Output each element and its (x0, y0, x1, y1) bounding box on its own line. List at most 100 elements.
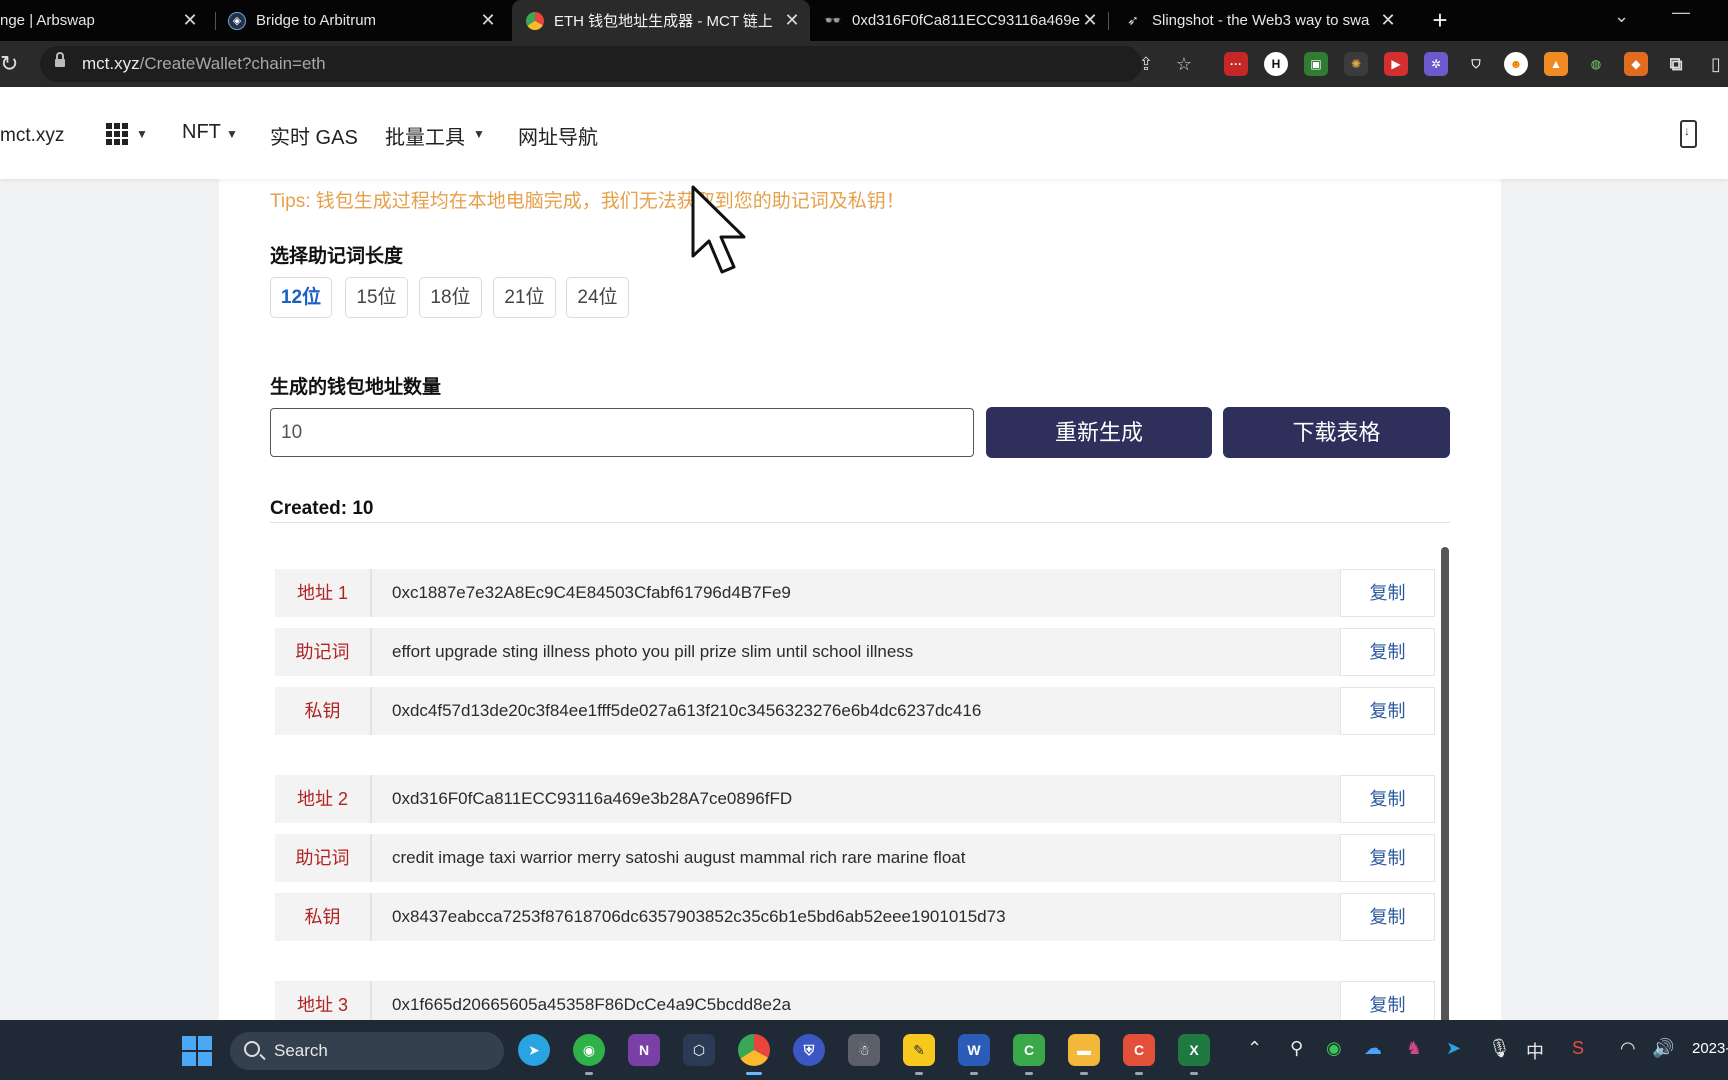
close-icon[interactable]: ✕ (180, 10, 200, 31)
telegram-icon[interactable]: ➤ (518, 1034, 550, 1066)
tray-telegram-icon[interactable]: ➤ (1446, 1038, 1461, 1059)
app-red-c-icon[interactable]: C (1123, 1034, 1155, 1066)
tab-title: Bridge to Arbitrum (256, 12, 377, 29)
chrome-icon[interactable] (738, 1034, 770, 1066)
tab-address-explorer[interactable]: 👓 0xd316F0fCa811ECC93116a469e ✕ (824, 0, 1100, 41)
tray-expand-icon[interactable]: ⌃ (1247, 1038, 1262, 1059)
extension-icon-orange[interactable]: ◆ (1624, 52, 1648, 76)
running-indicator (1190, 1072, 1198, 1075)
wallet-row-private-key: 私钥 0x8437eabcca7253f87618706dc6357903852… (275, 893, 1435, 941)
new-tab-plus-icon[interactable]: + (1424, 4, 1456, 36)
close-icon[interactable]: ✕ (782, 10, 802, 31)
tray-network-app-icon[interactable]: ⚲ (1290, 1038, 1303, 1059)
extension-icon-shield[interactable]: ⛉ (1464, 52, 1488, 76)
extension-icon-fox-circle[interactable]: ☻ (1504, 52, 1528, 76)
copy-button[interactable]: 复制 (1340, 893, 1435, 941)
nav-site-directory[interactable]: 网址导航 (518, 121, 598, 150)
row-value: credit image taxi warrior merry satoshi … (392, 848, 966, 867)
length-option-15[interactable]: 15位 (345, 277, 408, 318)
windows-start-icon[interactable] (182, 1036, 212, 1066)
lock-icon[interactable] (55, 52, 65, 69)
taskbar-search[interactable]: Search (230, 1032, 504, 1070)
tray-wechat-icon[interactable]: ◉ (1326, 1038, 1342, 1059)
download-table-button[interactable]: 下载表格 (1223, 407, 1450, 458)
close-icon[interactable]: ✕ (1378, 10, 1398, 31)
mobile-download-icon[interactable] (1680, 120, 1697, 148)
sticky-notes-icon[interactable]: ✎ (903, 1034, 935, 1066)
nav-batch-tools[interactable]: 批量工具 (385, 121, 465, 150)
copy-button[interactable]: 复制 (1340, 834, 1435, 882)
tab-separator (215, 12, 216, 30)
regenerate-button[interactable]: 重新生成 (986, 407, 1212, 458)
length-option-24[interactable]: 24位 (566, 277, 629, 318)
close-icon[interactable]: ✕ (478, 10, 498, 31)
extension-icon-purple[interactable]: ✲ (1424, 52, 1448, 76)
extensions-puzzle-icon[interactable]: ⧉ (1664, 52, 1688, 76)
chevron-down-icon[interactable]: ▼ (226, 127, 238, 141)
volume-icon[interactable]: 🔊 (1652, 1038, 1674, 1059)
copy-button[interactable]: 复制 (1340, 775, 1435, 823)
results-scrollbar[interactable] (1441, 547, 1449, 1080)
tab-bridge-to-arbitrum[interactable]: ◈ Bridge to Arbitrum ✕ (228, 0, 498, 41)
extension-icon-red[interactable]: ··· (1224, 52, 1248, 76)
reload-icon[interactable]: ↻ (0, 51, 22, 77)
extension-icon-video[interactable]: ▶ (1384, 52, 1408, 76)
binoculars-icon: 👓 (824, 12, 842, 28)
wifi-icon[interactable]: ◠ (1620, 1038, 1636, 1059)
close-icon[interactable]: ✕ (1080, 10, 1100, 31)
file-explorer-icon[interactable]: ▬ (1068, 1034, 1100, 1066)
chevron-down-icon[interactable]: ▼ (473, 127, 485, 141)
created-count: Created: 10 (270, 498, 374, 519)
wallet-row-private-key: 私钥 0xdc4f57d13de20c3f84ee1fff5de027a613f… (275, 687, 1435, 735)
metamask-icon[interactable]: ▲ (1544, 52, 1568, 76)
nav-realtime-gas[interactable]: 实时 GAS (270, 121, 358, 150)
row-value: 0xc1887e7e32A8Ec9C4E84503Cfabf61796d4B7F… (392, 583, 791, 602)
divider (270, 522, 1450, 523)
bookmark-star-icon[interactable]: ☆ (1174, 54, 1194, 74)
copy-button[interactable]: 复制 (1340, 687, 1435, 735)
tab-title: 0xd316F0fCa811ECC93116a469e (852, 12, 1080, 29)
ime-indicator[interactable]: 中 (1526, 1038, 1544, 1064)
tray-cloud-icon[interactable]: ☁ (1364, 1038, 1382, 1059)
tab-arbswap[interactable]: nge | Arbswap ✕ (0, 0, 200, 41)
word-icon[interactable]: W (958, 1034, 990, 1066)
extension-icon-h[interactable]: H (1264, 52, 1288, 76)
extension-icon-pattern[interactable]: ✺ (1344, 52, 1368, 76)
tab-slingshot[interactable]: ➶ Slingshot - the Web3 way to swa ✕ (1124, 0, 1398, 41)
extension-icon-globe[interactable]: ◍ (1584, 52, 1608, 76)
microphone-icon[interactable]: 🎙 (1488, 1038, 1511, 1059)
length-option-18[interactable]: 18位 (419, 277, 482, 318)
copy-button[interactable]: 复制 (1340, 628, 1435, 676)
excel-icon[interactable]: X (1178, 1034, 1210, 1066)
tray-sogou-icon[interactable]: S (1572, 1038, 1584, 1059)
row-value: 0xd316F0fCa811ECC93116a469e3b28A7ce0896f… (392, 789, 793, 808)
app-cube-icon[interactable]: ⬡ (683, 1034, 715, 1066)
wechat-icon[interactable]: ◉ (573, 1034, 605, 1066)
content-card (219, 160, 1501, 1080)
minimize-icon[interactable]: — (1672, 2, 1690, 23)
app-character-icon[interactable]: ☃ (848, 1034, 880, 1066)
url-host: mct.xyz (82, 54, 140, 73)
shield-app-icon[interactable]: ⛨ (793, 1034, 825, 1066)
tray-app-icon[interactable]: ♞ (1406, 1038, 1422, 1059)
copy-button[interactable]: 复制 (1340, 569, 1435, 617)
apps-grid-icon[interactable] (106, 123, 128, 145)
system-clock[interactable]: 2023- (1692, 1040, 1728, 1057)
address-count-input[interactable]: 10 (270, 408, 974, 457)
site-logo[interactable]: mct.xyz (0, 125, 64, 147)
nav-nft[interactable]: NFT (182, 121, 221, 144)
chevron-down-icon[interactable]: ▼ (136, 127, 148, 141)
row-label: 地址 1 (275, 569, 372, 617)
tab-search-chevron-icon[interactable]: ⌄ (1614, 6, 1629, 27)
onenote-icon[interactable]: N (628, 1034, 660, 1066)
tab-title: Slingshot - the Web3 way to swa (1152, 12, 1370, 29)
side-panel-icon[interactable]: ▯ (1704, 52, 1728, 76)
app-green-c-icon[interactable]: C (1013, 1034, 1045, 1066)
address-bar[interactable]: mct.xyz/CreateWallet?chain=eth ⇪ ☆ (40, 46, 1192, 82)
tab-eth-wallet-generator[interactable]: ETH 钱包地址生成器 - MCT 链上 ✕ (512, 0, 810, 41)
share-icon[interactable]: ⇪ (1136, 54, 1156, 74)
length-option-21[interactable]: 21位 (493, 277, 556, 318)
length-option-12[interactable]: 12位 (270, 277, 332, 318)
row-label: 私钥 (275, 893, 372, 941)
extension-icon-green[interactable]: ▣ (1304, 52, 1328, 76)
